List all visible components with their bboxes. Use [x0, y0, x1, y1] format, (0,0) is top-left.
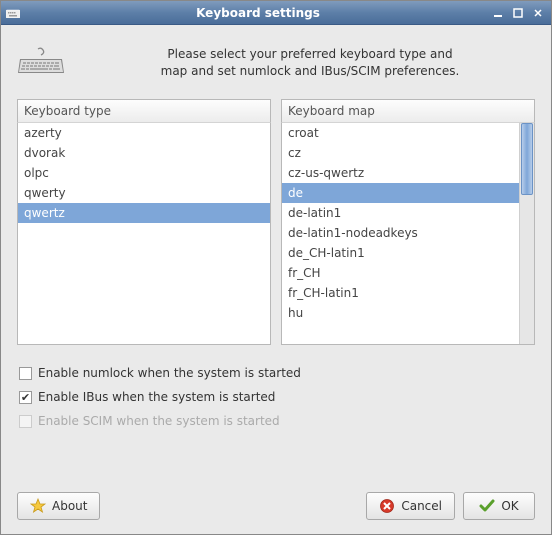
- numlock-checkbox[interactable]: [19, 367, 32, 380]
- list-item[interactable]: qwertz: [18, 203, 270, 223]
- keyboard-map-list[interactable]: croatczcz-us-qwertzdede-latin1de-latin1-…: [282, 123, 519, 344]
- about-button[interactable]: About: [17, 492, 100, 520]
- ibus-label: Enable IBus when the system is started: [38, 390, 275, 404]
- keyboard-type-header[interactable]: Keyboard type: [17, 99, 271, 123]
- window-title: Keyboard settings: [27, 6, 489, 20]
- list-item[interactable]: cz-us-qwertz: [282, 163, 519, 183]
- about-label: About: [52, 499, 87, 513]
- options-checks: Enable numlock when the system is starte…: [17, 361, 535, 433]
- lists-row: Keyboard type azertydvorakolpcqwertyqwer…: [17, 99, 535, 345]
- list-item[interactable]: de_CH-latin1: [282, 243, 519, 263]
- maximize-button[interactable]: [509, 5, 527, 21]
- ok-icon: [479, 498, 495, 514]
- intro-text: Please select your preferred keyboard ty…: [85, 46, 535, 80]
- list-item[interactable]: de: [282, 183, 519, 203]
- titlebar: Keyboard settings: [1, 1, 551, 25]
- list-item[interactable]: croat: [282, 123, 519, 143]
- cancel-button[interactable]: Cancel: [366, 492, 455, 520]
- list-item[interactable]: qwerty: [18, 183, 270, 203]
- close-button[interactable]: [529, 5, 547, 21]
- keyboard-map-panel: Keyboard map croatczcz-us-qwertzdede-lat…: [281, 99, 535, 345]
- list-item[interactable]: de-latin1: [282, 203, 519, 223]
- list-item[interactable]: fr_CH-latin1: [282, 283, 519, 303]
- intro-line1: Please select your preferred keyboard ty…: [167, 47, 452, 61]
- intro-row: Please select your preferred keyboard ty…: [17, 43, 535, 83]
- star-icon: [30, 498, 46, 514]
- keyboard-icon: [5, 5, 21, 21]
- scim-checkbox-row: Enable SCIM when the system is started: [17, 409, 535, 433]
- list-item[interactable]: azerty: [18, 123, 270, 143]
- minimize-button[interactable]: [489, 5, 507, 21]
- numlock-label: Enable numlock when the system is starte…: [38, 366, 301, 380]
- keyboard-map-header[interactable]: Keyboard map: [281, 99, 535, 123]
- titlebar-controls: [489, 5, 547, 21]
- list-item[interactable]: hu: [282, 303, 519, 323]
- keyboard-settings-window: Keyboard settings: [0, 0, 552, 535]
- keyboard-type-list[interactable]: azertydvorakolpcqwertyqwertz: [18, 123, 270, 344]
- cancel-icon: [379, 498, 395, 514]
- ok-button[interactable]: OK: [463, 492, 535, 520]
- list-item[interactable]: dvorak: [18, 143, 270, 163]
- ibus-checkbox[interactable]: ✔: [19, 391, 32, 404]
- numlock-checkbox-row[interactable]: Enable numlock when the system is starte…: [17, 361, 535, 385]
- cancel-label: Cancel: [401, 499, 442, 513]
- content-area: Please select your preferred keyboard ty…: [1, 25, 551, 534]
- map-scrollbar[interactable]: [519, 123, 534, 344]
- list-item[interactable]: cz: [282, 143, 519, 163]
- ok-label: OK: [501, 499, 518, 513]
- scim-label: Enable SCIM when the system is started: [38, 414, 280, 428]
- map-scrollbar-thumb[interactable]: [521, 123, 533, 195]
- ibus-checkbox-row[interactable]: ✔ Enable IBus when the system is started: [17, 385, 535, 409]
- list-item[interactable]: olpc: [18, 163, 270, 183]
- list-item[interactable]: de-latin1-nodeadkeys: [282, 223, 519, 243]
- buttons-row: About Cancel: [17, 492, 535, 520]
- list-item[interactable]: fr_CH: [282, 263, 519, 283]
- intro-line2: map and set numlock and IBus/SCIM prefer…: [161, 64, 460, 78]
- keyboard-illustration-icon: [17, 43, 65, 83]
- scim-checkbox[interactable]: [19, 415, 32, 428]
- keyboard-type-panel: Keyboard type azertydvorakolpcqwertyqwer…: [17, 99, 271, 345]
